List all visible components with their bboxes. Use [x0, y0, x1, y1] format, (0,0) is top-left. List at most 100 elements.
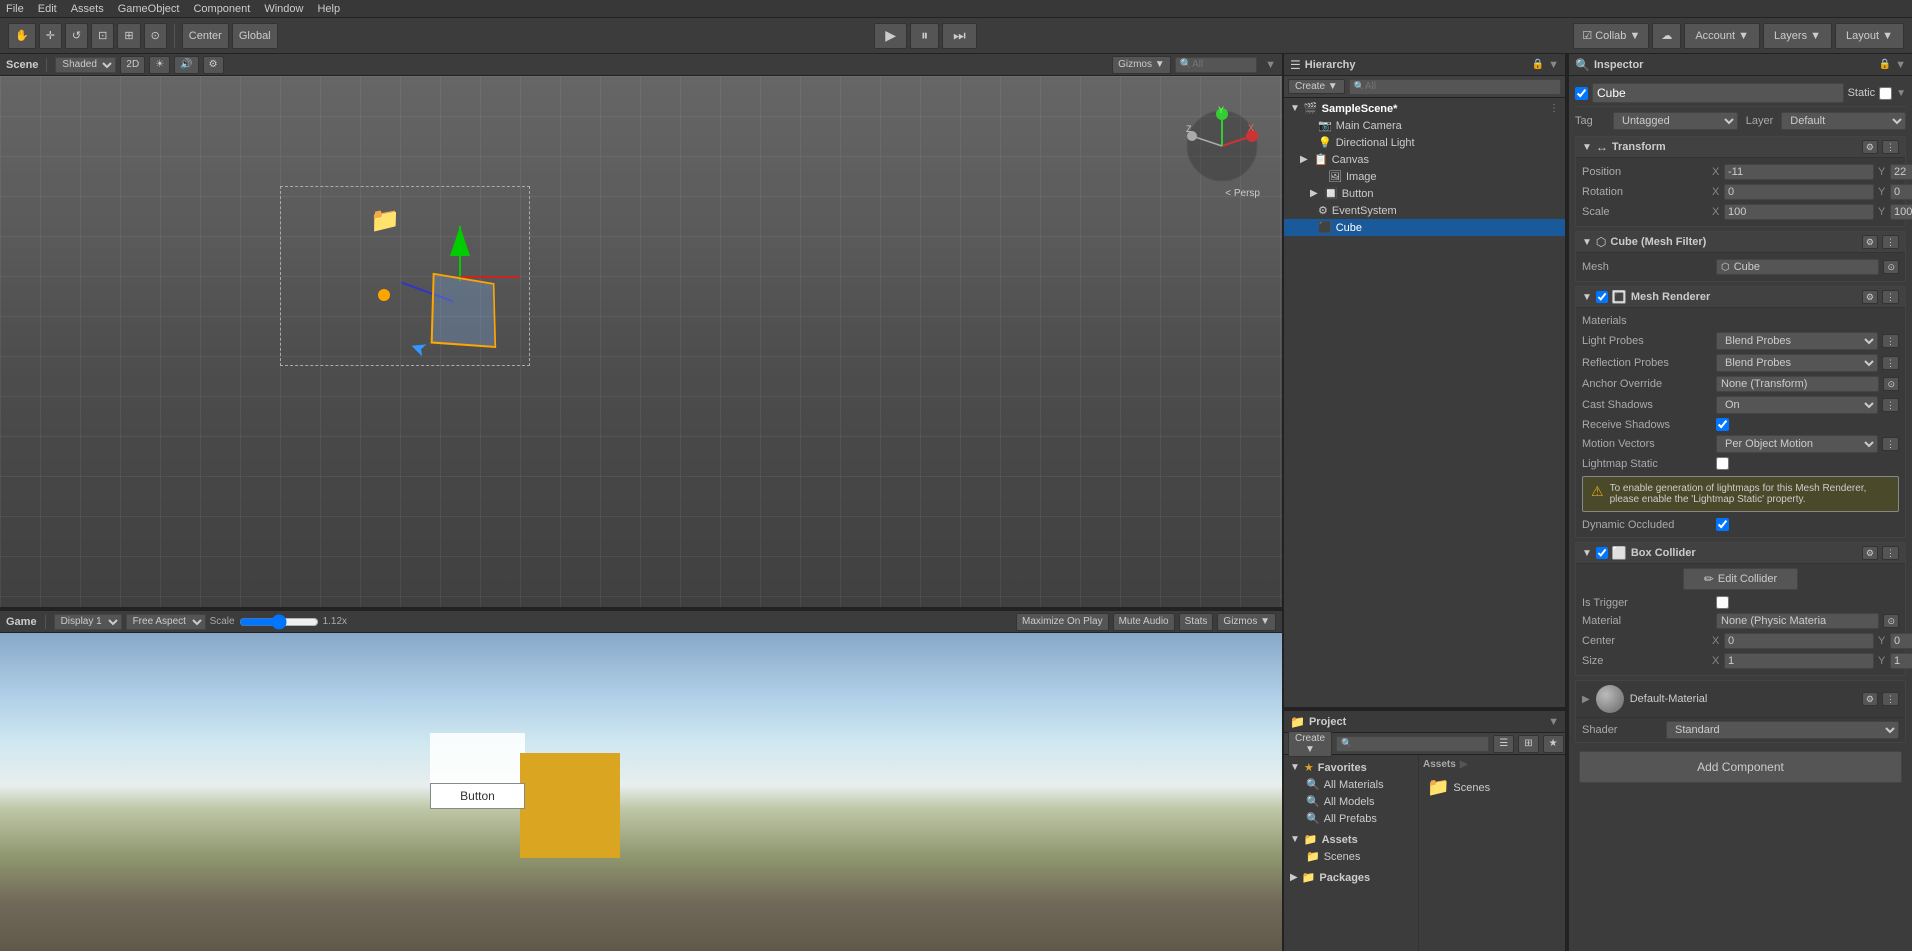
- center-y-input[interactable]: 0: [1890, 633, 1912, 649]
- all-models-item[interactable]: 🔍 All Models: [1284, 793, 1418, 810]
- menu-edit[interactable]: Edit: [38, 3, 57, 15]
- light-probes-overflow[interactable]: ⋮: [1882, 334, 1899, 348]
- shading-mode-dropdown[interactable]: Shaded: [55, 57, 116, 73]
- collider-material-select[interactable]: ⊙: [1883, 614, 1899, 628]
- menu-window[interactable]: Window: [264, 3, 303, 15]
- rotation-y-input[interactable]: 0: [1890, 184, 1912, 200]
- account-btn[interactable]: Account ▼: [1684, 23, 1760, 49]
- scene-options[interactable]: ⋮: [1549, 103, 1559, 114]
- position-x-input[interactable]: -11: [1724, 164, 1874, 180]
- inspector-lock[interactable]: 🔒: [1879, 59, 1891, 70]
- proj-btn2[interactable]: ⊞: [1518, 735, 1538, 753]
- display-dropdown[interactable]: Display 1: [54, 614, 122, 630]
- tool-transform[interactable]: ⊙: [144, 23, 167, 49]
- cloud-btn[interactable]: ☁: [1652, 23, 1681, 49]
- tag-dropdown[interactable]: Untagged: [1613, 112, 1738, 130]
- menu-file[interactable]: File: [6, 3, 24, 15]
- canvas-button[interactable]: Button: [430, 783, 525, 809]
- hierarchy-lock-btn[interactable]: 🔒: [1532, 59, 1544, 70]
- box-collider-overflow[interactable]: ⋮: [1882, 546, 1899, 560]
- project-close[interactable]: ▼: [1548, 716, 1559, 728]
- size-x-input[interactable]: 1: [1724, 653, 1874, 669]
- transform-settings-btn[interactable]: ⚙: [1862, 140, 1878, 154]
- material-overflow[interactable]: ⋮: [1882, 692, 1899, 706]
- menu-gameobject[interactable]: GameObject: [118, 3, 180, 15]
- reflection-probes-overflow[interactable]: ⋮: [1882, 356, 1899, 370]
- hierarchy-close[interactable]: ▼: [1548, 59, 1559, 71]
- collab-btn[interactable]: ☑ Collab ▼: [1573, 23, 1649, 49]
- static-checkbox[interactable]: [1879, 87, 1892, 100]
- packages-section[interactable]: ▶ 📁 Packages: [1284, 869, 1418, 886]
- all-materials-item[interactable]: 🔍 All Materials: [1284, 776, 1418, 793]
- project-search[interactable]: [1352, 738, 1484, 749]
- fx-btn[interactable]: ⚙: [203, 56, 224, 74]
- project-create-btn[interactable]: Create ▼: [1288, 731, 1332, 757]
- tool-scale[interactable]: ⊡: [91, 23, 114, 49]
- receive-shadows-checkbox[interactable]: [1716, 418, 1729, 431]
- step-btn[interactable]: ⏭: [942, 23, 977, 49]
- 2d-toggle[interactable]: 2D: [120, 56, 145, 74]
- rotation-x-input[interactable]: 0: [1724, 184, 1874, 200]
- size-y-input[interactable]: 1: [1890, 653, 1912, 669]
- proj-btn3[interactable]: ★: [1543, 735, 1564, 753]
- proj-btn1[interactable]: ☰: [1493, 735, 1514, 753]
- cast-shadows-overflow[interactable]: ⋮: [1882, 398, 1899, 412]
- cast-shadows-dropdown[interactable]: On: [1716, 396, 1878, 414]
- mesh-filter-settings[interactable]: ⚙: [1862, 235, 1878, 249]
- menu-component[interactable]: Component: [193, 3, 250, 15]
- position-y-input[interactable]: 22: [1890, 164, 1912, 180]
- tool-hand[interactable]: ✋: [8, 23, 36, 49]
- center-x-input[interactable]: 0: [1724, 633, 1874, 649]
- reflection-probes-dropdown[interactable]: Blend Probes: [1716, 354, 1878, 372]
- mesh-select-btn[interactable]: ⊙: [1883, 260, 1899, 274]
- box-collider-header[interactable]: ▼ ⬜ Box Collider ⚙ ⋮: [1576, 543, 1905, 564]
- transform-header[interactable]: ▼ ↔ Transform ⚙ ⋮: [1576, 137, 1905, 158]
- scale-y-input[interactable]: 100: [1890, 204, 1912, 220]
- object-name-input[interactable]: Cube: [1592, 83, 1844, 103]
- favorites-section[interactable]: ▼ ★ Favorites: [1284, 759, 1418, 776]
- mesh-filter-overflow[interactable]: ⋮: [1882, 235, 1899, 249]
- hierarchy-item-main-camera[interactable]: 📷 Main Camera: [1284, 117, 1565, 134]
- mute-audio-btn[interactable]: Mute Audio: [1113, 613, 1175, 631]
- hierarchy-item-button[interactable]: ▶ 🔲 Button: [1284, 185, 1565, 202]
- scenes-item[interactable]: 📁 Scenes: [1284, 848, 1418, 865]
- menu-help[interactable]: Help: [317, 3, 340, 15]
- static-dropdown[interactable]: ▼: [1896, 88, 1906, 99]
- mesh-filter-header[interactable]: ▼ ⬡ Cube (Mesh Filter) ⚙ ⋮: [1576, 232, 1905, 253]
- material-settings[interactable]: ⚙: [1862, 692, 1878, 706]
- audio-btn[interactable]: 🔊: [174, 56, 198, 74]
- global-local-btn[interactable]: Global: [232, 23, 278, 49]
- inspector-close[interactable]: ▼: [1895, 59, 1906, 71]
- scale-x-input[interactable]: 100: [1724, 204, 1874, 220]
- menu-assets[interactable]: Assets: [71, 3, 104, 15]
- transform-overflow-btn[interactable]: ⋮: [1882, 140, 1899, 154]
- is-trigger-checkbox[interactable]: [1716, 596, 1729, 609]
- mesh-renderer-overflow[interactable]: ⋮: [1882, 290, 1899, 304]
- hierarchy-create-btn[interactable]: Create ▼: [1288, 79, 1345, 94]
- hierarchy-item-eventsystem[interactable]: ⚙ EventSystem: [1284, 202, 1565, 219]
- mesh-renderer-toggle[interactable]: [1596, 291, 1608, 303]
- mesh-renderer-header[interactable]: ▼ 🔳 Mesh Renderer ⚙ ⋮: [1576, 287, 1905, 308]
- add-component-btn[interactable]: Add Component: [1579, 751, 1902, 783]
- scale-slider[interactable]: [239, 616, 319, 628]
- layers-btn[interactable]: Layers ▼: [1763, 23, 1832, 49]
- default-material-header[interactable]: ▶ Default-Material ⚙ ⋮: [1576, 681, 1905, 718]
- hierarchy-item-image[interactable]: 🖼 Image: [1284, 168, 1565, 185]
- tool-rect[interactable]: ⊞: [117, 23, 140, 49]
- box-collider-settings[interactable]: ⚙: [1862, 546, 1878, 560]
- box-collider-toggle[interactable]: [1596, 547, 1608, 559]
- hierarchy-scene-root[interactable]: ▼ 🎬 SampleScene* ⋮: [1284, 100, 1565, 117]
- aspect-dropdown[interactable]: Free Aspect: [126, 614, 206, 630]
- play-btn[interactable]: ▶: [874, 23, 907, 49]
- motion-vectors-dropdown[interactable]: Per Object Motion: [1716, 435, 1878, 453]
- hierarchy-search[interactable]: [1365, 81, 1556, 92]
- lightmap-static-checkbox[interactable]: [1716, 457, 1729, 470]
- game-gizmos-btn[interactable]: Gizmos ▼: [1217, 613, 1276, 631]
- stats-btn[interactable]: Stats: [1179, 613, 1214, 631]
- light-probes-dropdown[interactable]: Blend Probes: [1716, 332, 1878, 350]
- motion-vectors-overflow[interactable]: ⋮: [1882, 437, 1899, 451]
- all-prefabs-item[interactable]: 🔍 All Prefabs: [1284, 810, 1418, 827]
- hierarchy-item-canvas[interactable]: ▶ 📋 Canvas: [1284, 151, 1565, 168]
- scene-search[interactable]: [1192, 59, 1252, 70]
- hierarchy-item-cube[interactable]: ⬛ Cube: [1284, 219, 1565, 236]
